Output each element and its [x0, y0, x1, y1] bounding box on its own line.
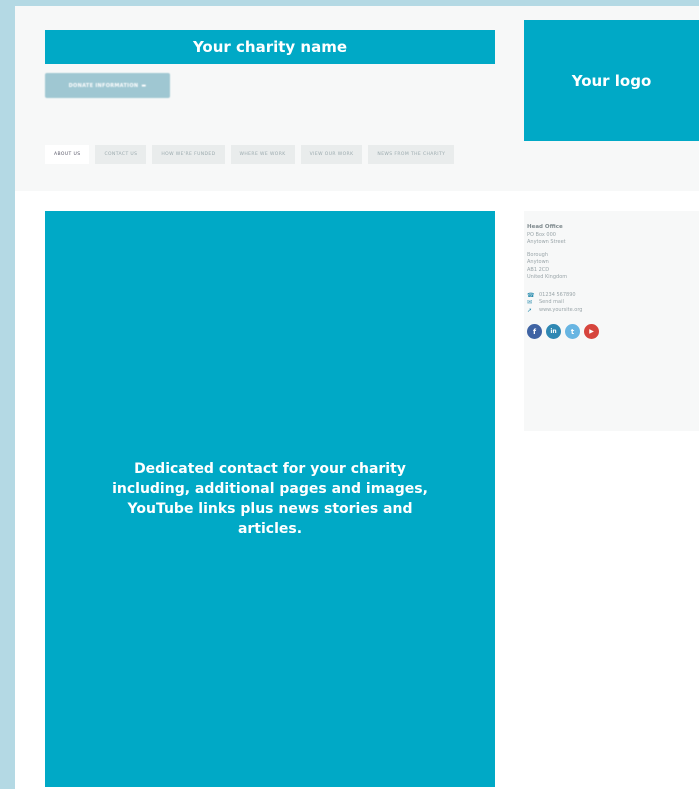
tab-how-funded[interactable]: HOW WE'RE FUNDED	[152, 145, 225, 164]
linkedin-icon[interactable]: in	[546, 324, 561, 339]
address-line: Borough	[527, 251, 549, 258]
tab-where-we-work[interactable]: WHERE WE WORK	[230, 145, 295, 164]
address-line: United Kingdom	[527, 274, 568, 280]
nav-tabs: ABOUT US CONTACT US HOW WE'RE FUNDED WHE…	[45, 145, 505, 164]
tab-news[interactable]: NEWS FROM THE CHARITY	[368, 145, 455, 164]
address-line: Anytown Street	[527, 239, 566, 245]
address-line: Anytown	[527, 259, 549, 265]
card-icon: ▬	[141, 82, 147, 89]
social-links: f in t ▶	[527, 324, 699, 339]
donate-button[interactable]: DONATE INFORMATION ▬	[45, 73, 170, 98]
page-frame: Your charity name DONATE INFORMATION ▬ Y…	[15, 6, 699, 789]
email-row[interactable]: ✉ Send mail	[527, 299, 699, 307]
website-row[interactable]: ➚ www.yoursite.org	[527, 307, 699, 315]
phone-icon: ☎	[527, 291, 535, 299]
email-text: Send mail	[539, 299, 564, 305]
address-line: AB1 2CD	[527, 266, 550, 273]
donate-button-label: DONATE INFORMATION	[68, 82, 139, 89]
contact-panel: Head Office PO Box 000 Anytown Street Bo…	[524, 211, 699, 431]
phone-text: 01234 567890	[539, 291, 576, 298]
tab-contact-us[interactable]: CONTACT US	[95, 145, 147, 164]
address-line: PO Box 000	[527, 231, 556, 238]
phone-row[interactable]: ☎ 01234 567890	[527, 292, 699, 300]
header-band: Your charity name DONATE INFORMATION ▬ Y…	[15, 6, 699, 191]
facebook-icon[interactable]: f	[527, 324, 542, 339]
website-text: www.yoursite.org	[539, 306, 583, 313]
tab-view-our-work[interactable]: VIEW OUR WORK	[300, 145, 363, 164]
main-description: Dedicated contact for your charity inclu…	[112, 461, 428, 537]
cursor-icon: ➚	[527, 306, 533, 314]
contact-title: Head Office	[527, 224, 563, 230]
charity-name-banner: Your charity name	[45, 30, 495, 64]
mail-icon: ✉	[527, 299, 533, 306]
twitter-icon[interactable]: t	[565, 324, 580, 339]
logo-placeholder: Your logo	[524, 20, 699, 141]
tab-about-us[interactable]: ABOUT US	[45, 145, 90, 164]
youtube-icon[interactable]: ▶	[584, 324, 599, 339]
main-content-placeholder: Dedicated contact for your charity inclu…	[45, 211, 495, 787]
